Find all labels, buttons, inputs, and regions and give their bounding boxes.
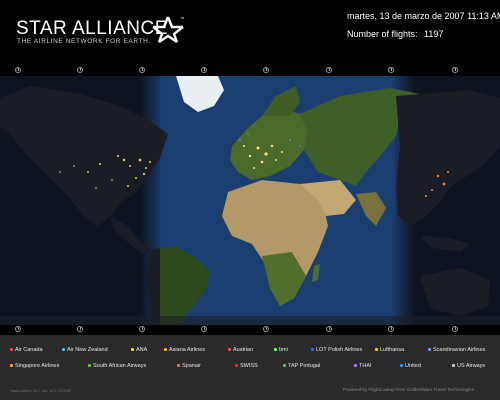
legend-airline-label: Asiana Airlines: [169, 347, 206, 353]
legend-color-swatch: [235, 364, 238, 368]
legend-airline-label: US Airways: [457, 363, 486, 369]
legend-airline-air-new-zealand: Air New Zealand: [62, 347, 108, 353]
world-map-svg: [0, 76, 500, 325]
legend-color-swatch: [88, 364, 91, 368]
logo-title: STAR ALLIANCE: [16, 18, 168, 39]
flights-count: 1197: [424, 29, 444, 39]
legend-color-swatch: [400, 364, 403, 368]
legend-color-swatch: [354, 364, 357, 368]
time-zone-marker-icon: [77, 326, 83, 332]
legend-color-swatch: [228, 348, 231, 352]
header-bar: STAR ALLIANCE THE AIRLINE NETWORK FOR EA…: [0, 0, 500, 68]
legend-airline-label: South African Airways: [93, 363, 147, 369]
legend-airline-austrian: Austrian: [228, 347, 253, 353]
legend-color-swatch: [10, 348, 13, 352]
time-zone-marker-icon: [263, 67, 269, 73]
legend-airline-air-canada: Air Canada: [10, 347, 43, 353]
legend-color-swatch: [452, 364, 455, 368]
legend-airline-swiss: SWISS: [235, 363, 258, 369]
time-zone-marker-icon: [452, 67, 458, 73]
legend-airline-spanair: Spanair: [177, 363, 201, 369]
star-alliance-logo-icon: ™: [152, 16, 184, 43]
legend-airline-label: bmi: [279, 347, 288, 353]
legend-color-swatch: [283, 364, 286, 368]
time-zone-marker-icon: [139, 326, 145, 332]
legend-airline-label: Singapore Airlines: [15, 363, 60, 369]
date-time-display: martes, 13 de marzo de 2007 11:13 AM: [347, 11, 500, 21]
legend-airline-label: Lufthansa: [380, 347, 405, 353]
legend-airline-label: Scandinavian Airlines: [433, 347, 486, 353]
legend-airline-label: LOT Polish Airlines: [316, 347, 363, 353]
time-zone-marker-icon: [263, 326, 269, 332]
legend-color-swatch: [177, 364, 180, 368]
legend-airline-label: ANA: [136, 347, 148, 353]
time-zone-marker-icon: [15, 67, 21, 73]
legend-airline-label: TAP Portugal: [288, 363, 321, 369]
legend-airline-lufthansa: Lufthansa: [375, 347, 404, 353]
world-map: [0, 76, 500, 325]
legend-airline-united: United: [400, 363, 421, 369]
time-zone-marker-icon: [201, 326, 207, 332]
flights-count-display: Number of flights: 1197: [347, 29, 443, 39]
time-zone-marker-icon: [452, 326, 458, 332]
time-zone-marker-icon: [326, 326, 332, 332]
legend-airline-label: SWISS: [240, 363, 258, 369]
legend-airline-ana: ANA: [131, 347, 147, 353]
legend-airline-bmi: bmi: [274, 347, 288, 353]
legend-color-swatch: [131, 348, 134, 352]
legend-airline-us-airways: US Airways: [452, 363, 485, 369]
time-zone-marker-icon: [388, 326, 394, 332]
legend-airline-singapore-airlines: Singapore Airlines: [10, 363, 59, 369]
time-zone-marker-icon: [139, 67, 145, 73]
legend-airline-label: Spanair: [182, 363, 201, 369]
logo-tagline: THE AIRLINE NETWORK FOR EARTH.: [17, 38, 151, 45]
legend-color-swatch: [62, 348, 65, 352]
legend-airline-label: Air New Zealand: [67, 347, 108, 353]
legend-color-swatch: [428, 348, 431, 352]
legend-airline-south-african-airways: South African Airways: [88, 363, 146, 369]
legend-airline-label: United: [405, 363, 421, 369]
svg-text:™: ™: [180, 16, 184, 21]
legend-airline-tap-portugal: TAP Portugal: [283, 363, 320, 369]
legend-color-swatch: [164, 348, 167, 352]
legend-airline-scandinavian-airlines: Scandinavian Airlines: [428, 347, 485, 353]
legend-color-swatch: [311, 348, 314, 352]
flights-label: Number of flights:: [347, 29, 418, 39]
time-zone-marker-icon: [326, 67, 332, 73]
legend-color-swatch: [10, 364, 13, 368]
legend-airline-lot-polish-airlines: LOT Polish Airlines: [311, 347, 362, 353]
time-zone-marker-icon: [77, 67, 83, 73]
time-zone-markers-top: [0, 64, 500, 76]
legend-airline-label: Austrian: [233, 347, 254, 353]
time-zone-marker-icon: [388, 67, 394, 73]
image-credit-text: Nasa source: N.C. Ala. W.1. 07/1987: [10, 389, 72, 393]
legend-airline-label: Air Canada: [15, 347, 43, 353]
legend-color-swatch: [274, 348, 277, 352]
legend-airline-thai: THAI: [354, 363, 372, 369]
powered-by-text: Powered by FlightLookup from GoldenWare …: [343, 387, 474, 392]
time-zone-marker-icon: [201, 67, 207, 73]
legend-color-swatch: [375, 348, 378, 352]
legend-airline-asiana-airlines: Asiana Airlines: [164, 347, 205, 353]
time-zone-markers-bottom: [0, 325, 500, 335]
time-zone-marker-icon: [15, 326, 21, 332]
legend-airline-label: THAI: [359, 363, 372, 369]
